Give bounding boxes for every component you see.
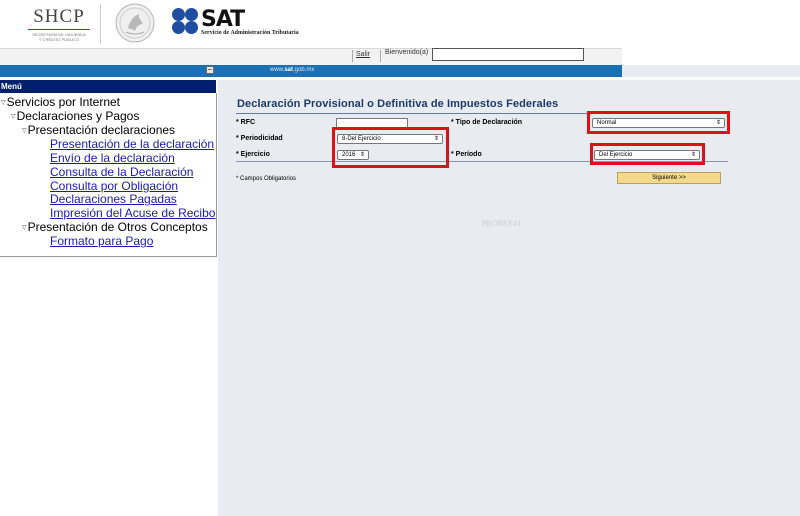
tree-item-servicios-internet[interactable]: ▽Servicios por Internet <box>1 95 120 110</box>
highlight-tipo-declaracion <box>587 111 730 134</box>
periodicidad-label: * Periodicidad <box>236 135 283 142</box>
tree-triangle-icon: ▽ <box>22 128 27 134</box>
mexican-seal-icon <box>115 3 155 43</box>
link-declaraciones-pagadas[interactable]: Declaraciones Pagadas <box>50 192 177 206</box>
tree-item-otros-conceptos[interactable]: ▽Presentación de Otros Conceptos <box>22 220 208 235</box>
link-presentacion-declaracion[interactable]: Presentación de la declaración <box>50 137 214 151</box>
rfc-label: * RFC <box>236 119 256 126</box>
tree-item-label: Presentación declaraciones <box>27 123 176 137</box>
main-content <box>218 80 800 516</box>
user-name-field[interactable] <box>432 48 584 61</box>
periodo-label: * Período <box>451 151 482 158</box>
tree-item-label: Servicios por Internet <box>6 95 121 109</box>
link-formato-pago[interactable]: Formato para Pago <box>50 234 153 248</box>
page-title: Declaración Provisional o Definitiva de … <box>237 98 559 110</box>
page-code-watermark: PROBSX41 <box>482 219 522 228</box>
required-fields-note: * Campos Obligatorios <box>236 176 297 182</box>
tree-triangle-icon: ▽ <box>22 225 27 231</box>
bienvenido-label: Bienvenido(a) <box>385 49 429 56</box>
url-prefix: www. <box>270 67 285 73</box>
highlight-periodo <box>590 143 705 165</box>
tree-item-presentacion-declaraciones[interactable]: ▽Presentación declaraciones <box>22 123 175 138</box>
tree-item-declaraciones-pagos[interactable]: ▽Declaraciones y Pagos <box>11 109 139 124</box>
salir-link[interactable]: Salir <box>356 51 370 58</box>
shcp-logo: SHCP SECRETARÍA DE HACIENDA Y CRÉDITO PÚ… <box>22 6 96 44</box>
link-consulta-declaracion[interactable]: Consulta de la Declaración <box>50 165 193 179</box>
link-consulta-obligacion[interactable]: Consulta por Obligación <box>50 179 178 193</box>
link-envio-declaracion[interactable]: Envío de la declaración <box>50 151 175 165</box>
tree-triangle-icon: ▽ <box>11 114 16 120</box>
login-bar-divider <box>380 50 381 62</box>
site-bar-extension <box>622 65 800 77</box>
sat-full-name: Servicio de Administración Tributaria <box>201 30 299 36</box>
siguiente-button[interactable]: Siguiente >> <box>617 172 721 184</box>
ejercicio-label: * Ejercicio <box>236 151 270 158</box>
url-suffix: .gob.mx <box>293 67 315 73</box>
shcp-line2: Y CRÉDITO PÚBLICO <box>38 37 80 42</box>
tipo-declaracion-label: * Tipo de Declaración <box>451 119 523 126</box>
tree-item-label: Presentación de Otros Conceptos <box>27 220 208 234</box>
sidebar-menu: ▽Servicios por Internet ▽Declaraciones y… <box>0 93 217 257</box>
header-divider <box>100 4 101 44</box>
link-impresion-acuse[interactable]: Impresión del Acuse de Recibo <box>50 206 215 220</box>
tree-triangle-icon: ▽ <box>1 100 6 106</box>
tree-item-label: Declaraciones y Pagos <box>16 109 140 123</box>
shcp-acronym: SHCP <box>33 6 85 27</box>
site-url: www.sat.gob.mx <box>270 67 314 73</box>
highlight-periodicidad-ejercicio <box>332 127 449 168</box>
sat-logo-text: SAT <box>201 7 245 32</box>
menu-header: Menú <box>0 80 216 93</box>
url-domain: sat <box>284 67 294 73</box>
login-bar-divider <box>352 50 353 62</box>
minimize-icon[interactable]: – <box>206 66 214 74</box>
